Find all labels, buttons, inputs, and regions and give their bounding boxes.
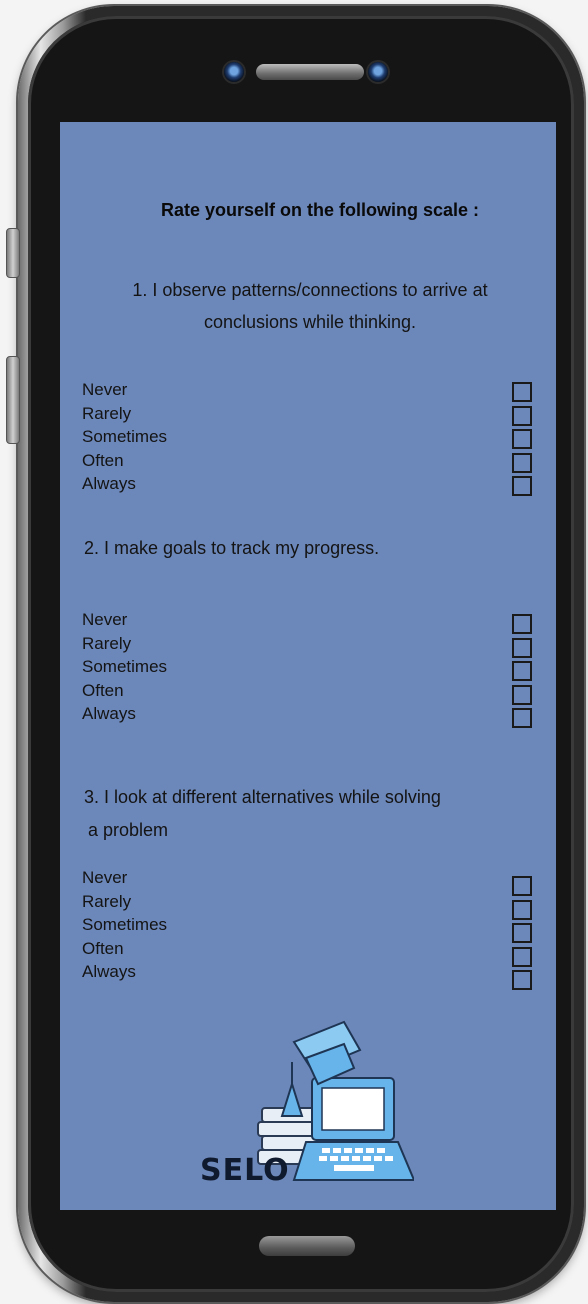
option-label-often: Often [82, 938, 124, 958]
question-text: a problem [88, 820, 169, 840]
option-label-sometimes: Sometimes [82, 915, 168, 934]
page-title: Rate yourself on the following scale : [160, 200, 480, 220]
checkbox-often[interactable] [512, 946, 532, 967]
option-label-often: Often [82, 680, 124, 700]
checkbox-group-3 [512, 876, 532, 994]
speaker-grille [256, 64, 364, 80]
checkbox-never[interactable] [512, 614, 532, 634]
home-button[interactable] [259, 1236, 355, 1256]
checkbox-often[interactable] [512, 684, 532, 705]
checkbox-sometimes[interactable] [512, 429, 532, 449]
sensor-icon [368, 62, 388, 82]
options-list-2: Never Rarely Sometimes Often Always [82, 608, 167, 726]
question-3: 3. I look at different alternatives whil… [84, 780, 536, 846]
checkbox-sometimes[interactable] [512, 923, 532, 943]
option-label-always: Always [82, 962, 136, 981]
checkbox-always[interactable] [512, 708, 532, 728]
logo-wordmark: SELO [200, 1153, 290, 1188]
checkbox-group-2 [512, 614, 532, 732]
option-label-never: Never [82, 610, 128, 629]
option-label-often: Often [82, 450, 124, 470]
laptop-books-graduation-cap-icon: SELO [200, 1020, 416, 1188]
checkbox-often[interactable] [512, 452, 532, 473]
question-text: 2. I make goals to track my progress. [84, 538, 380, 558]
question-1: 1. I observe patterns/connections to arr… [84, 274, 536, 338]
checkbox-rarely[interactable] [512, 405, 532, 426]
question-text: conclusions while thinking. [203, 312, 417, 332]
camera-icon [224, 62, 244, 82]
checkbox-rarely[interactable] [512, 899, 532, 920]
checkbox-always[interactable] [512, 476, 532, 496]
option-label-always: Always [82, 474, 136, 493]
option-label-never: Never [82, 380, 128, 399]
phone-side-button [6, 356, 20, 444]
question-2: 2. I make goals to track my progress. [84, 532, 536, 564]
checkbox-group-1 [512, 382, 532, 500]
option-label-sometimes: Sometimes [82, 657, 168, 676]
checkbox-sometimes[interactable] [512, 661, 532, 681]
checkbox-always[interactable] [512, 970, 532, 990]
checkbox-never[interactable] [512, 382, 532, 402]
selo-logo: SELO [194, 1002, 416, 1188]
question-text: 3. I look at different alternatives whil… [84, 787, 441, 807]
app-screen: Rate yourself on the following scale : 1… [60, 122, 556, 1210]
question-text: 1. I observe patterns/connections to arr… [132, 280, 488, 300]
options-list-3: Never Rarely Sometimes Often Always [82, 866, 167, 984]
option-label-always: Always [82, 704, 136, 723]
checkbox-never[interactable] [512, 876, 532, 896]
option-label-rarely: Rarely [82, 891, 132, 911]
option-label-never: Never [82, 868, 128, 887]
option-label-rarely: Rarely [82, 403, 132, 423]
options-list-1: Never Rarely Sometimes Often Always [82, 378, 167, 496]
checkbox-rarely[interactable] [512, 637, 532, 658]
phone-side-button [6, 228, 20, 278]
option-label-rarely: Rarely [82, 633, 132, 653]
option-label-sometimes: Sometimes [82, 427, 168, 446]
